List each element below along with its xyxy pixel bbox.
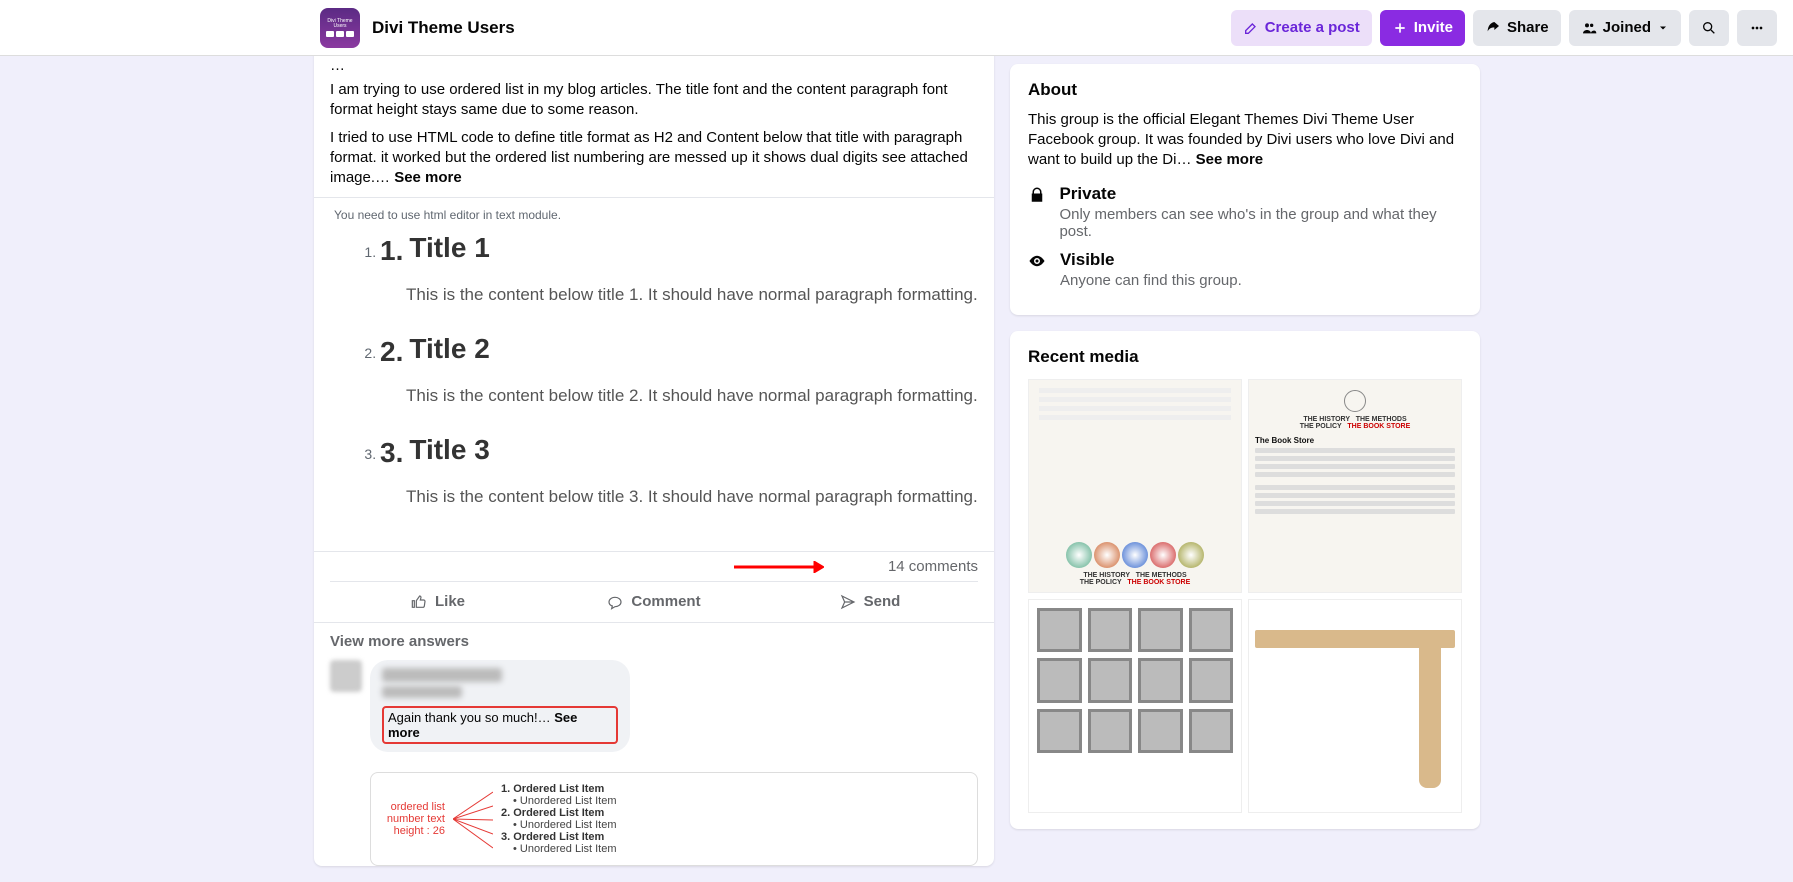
plus-icon: [1392, 20, 1408, 36]
embedded-item-1: 1.Title 1 This is the content below titl…: [380, 232, 978, 305]
annotation-highlight-box: Again thank you so much!… See more: [382, 706, 618, 744]
comment-bubble[interactable]: Again thank you so much!… See more: [370, 660, 630, 752]
lock-icon: [1028, 184, 1047, 240]
compose-icon: [1243, 20, 1259, 36]
comment-attachment[interactable]: ordered list number text height : 26 1. …: [370, 772, 978, 866]
share-button[interactable]: Share: [1473, 10, 1561, 46]
post-embedded-image[interactable]: You need to use html editor in text modu…: [314, 197, 994, 551]
comment-row: Again thank you so much!… See more: [330, 660, 978, 752]
share-icon: [1485, 20, 1501, 36]
view-more-answers[interactable]: View more answers: [330, 633, 978, 650]
people-icon: [1581, 20, 1597, 36]
search-button[interactable]: [1689, 10, 1729, 46]
post-see-more[interactable]: See more: [394, 169, 462, 186]
eye-icon: [1028, 250, 1048, 289]
group-title[interactable]: Divi Theme Users: [372, 18, 515, 38]
attachment-list: 1. Ordered List Item • Unordered List It…: [501, 783, 617, 855]
about-heading: About: [1028, 80, 1462, 100]
embedded-hint: You need to use html editor in text modu…: [334, 208, 978, 222]
post-paragraph-1: I am trying to use ordered list in my bl…: [330, 80, 978, 120]
attachment-label: ordered list number text height : 26: [385, 801, 445, 837]
annotation-arrow: [734, 560, 824, 572]
dots-icon: [1749, 20, 1765, 36]
create-post-button[interactable]: Create a post: [1231, 10, 1372, 46]
invite-button[interactable]: Invite: [1380, 10, 1465, 46]
about-card: About This group is the official Elegant…: [1010, 64, 1480, 315]
comment-button[interactable]: Comment: [546, 582, 762, 622]
media-thumb-2[interactable]: THE HISTORY THE METHODSTHE POLICY THE BO…: [1248, 379, 1462, 593]
send-button[interactable]: Send: [762, 582, 978, 622]
post-truncated-header: …: [330, 56, 978, 76]
commenter-name-blurred: [382, 668, 502, 682]
embedded-item-3: 3.Title 3 This is the content below titl…: [380, 434, 978, 507]
comment-icon: [607, 594, 623, 610]
post-action-bar: Like Comment Send: [330, 581, 978, 622]
media-thumb-3[interactable]: [1028, 599, 1242, 813]
commenter-avatar[interactable]: [330, 660, 362, 692]
group-header-bar: Divi Theme Users Divi Theme Users Create…: [0, 0, 1793, 56]
privacy-row: Private Only members can see who's in th…: [1028, 184, 1462, 240]
send-icon: [840, 594, 856, 610]
like-icon: [411, 594, 427, 610]
more-button[interactable]: [1737, 10, 1777, 46]
like-button[interactable]: Like: [330, 582, 546, 622]
commenter-sub-blurred: [382, 686, 462, 698]
privacy-title: Private: [1059, 184, 1462, 204]
about-see-more[interactable]: See more: [1196, 151, 1264, 168]
post-card: … I am trying to use ordered list in my …: [314, 48, 994, 866]
group-avatar[interactable]: Divi Theme Users: [320, 8, 360, 48]
about-description: This group is the official Elegant Theme…: [1028, 110, 1462, 170]
visibility-title: Visible: [1060, 250, 1242, 270]
media-thumb-1[interactable]: THE HISTORY THE METHODSTHE POLICY THE BO…: [1028, 379, 1242, 593]
recent-media-heading: Recent media: [1028, 347, 1462, 367]
search-icon: [1701, 20, 1717, 36]
post-paragraph-2: I tried to use HTML code to define title…: [330, 128, 978, 188]
comments-count-row: 14 comments: [314, 551, 994, 581]
privacy-sub: Only members can see who's in the group …: [1059, 206, 1462, 240]
media-thumb-4[interactable]: [1248, 599, 1462, 813]
joined-button[interactable]: Joined: [1569, 10, 1681, 46]
embedded-item-2: 2.Title 2 This is the content below titl…: [380, 333, 978, 406]
comments-count-link[interactable]: 14 comments: [888, 558, 978, 575]
chevron-down-icon: [1657, 22, 1669, 34]
attachment-arrows: [453, 784, 493, 854]
visibility-sub: Anyone can find this group.: [1060, 272, 1242, 289]
visibility-row: Visible Anyone can find this group.: [1028, 250, 1462, 289]
recent-media-card: Recent media THE HISTORY THE METHODSTHE …: [1010, 331, 1480, 829]
